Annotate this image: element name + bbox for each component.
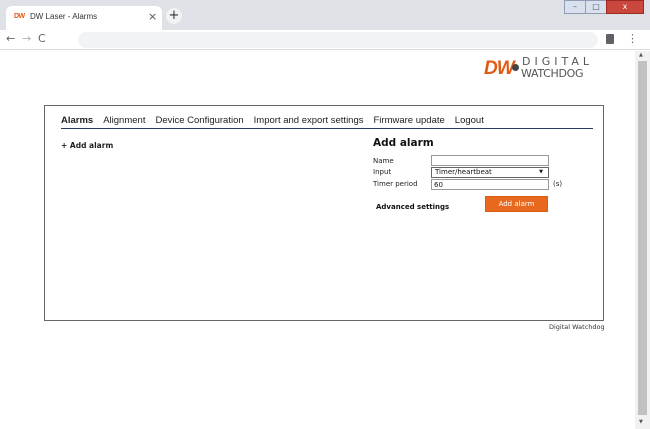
browser-toolbar: ← → C ⋮ bbox=[0, 30, 650, 50]
page-scrollbar[interactable]: ▲ ▼ bbox=[635, 51, 650, 429]
input-label: Input bbox=[373, 168, 392, 176]
nav-firmware-update[interactable]: Firmware update bbox=[374, 115, 445, 129]
nav-logout[interactable]: Logout bbox=[455, 115, 484, 129]
window-controls: – □ x bbox=[564, 0, 644, 18]
browser-titlebar: DW DW Laser - Alarms × + – □ x bbox=[0, 0, 650, 30]
form-title: Add alarm bbox=[373, 137, 434, 149]
timer-unit: (s) bbox=[553, 180, 563, 188]
new-tab-button[interactable]: + bbox=[166, 8, 182, 24]
timer-period-input[interactable] bbox=[431, 179, 549, 190]
maximize-button[interactable]: □ bbox=[585, 0, 607, 14]
input-select-value: Timer/heartbeat bbox=[435, 168, 492, 176]
name-input[interactable] bbox=[431, 155, 549, 166]
digital-watchdog-logo: DW DIGITAL WATCHDOG bbox=[484, 52, 608, 84]
minimize-button[interactable]: – bbox=[564, 0, 586, 14]
tab-close-icon[interactable]: × bbox=[148, 10, 157, 23]
name-label: Name bbox=[373, 157, 394, 165]
input-select[interactable]: Timer/heartbeat ▼ bbox=[431, 167, 549, 178]
advanced-settings-toggle[interactable]: Advanced settings bbox=[376, 203, 449, 211]
scroll-down-icon[interactable]: ▼ bbox=[639, 419, 643, 425]
browser-menu-icon[interactable]: ⋮ bbox=[627, 32, 638, 45]
window-close-button[interactable]: x bbox=[606, 0, 644, 14]
scroll-thumb[interactable] bbox=[638, 61, 647, 415]
nav-import-export[interactable]: Import and export settings bbox=[254, 115, 364, 129]
logo-dot bbox=[512, 64, 519, 71]
timer-period-label: Timer period bbox=[373, 180, 418, 188]
nav-alarms[interactable]: Alarms bbox=[61, 115, 93, 129]
dw-favicon-icon: DW bbox=[14, 13, 25, 20]
nav-device-configuration[interactable]: Device Configuration bbox=[155, 115, 243, 129]
clipboard-extension-icon[interactable] bbox=[606, 34, 614, 44]
nav-alignment[interactable]: Alignment bbox=[103, 115, 145, 129]
logo-line2: WATCHDOG bbox=[521, 67, 584, 80]
page-viewport: DW DIGITAL WATCHDOG Alarms Alignment Dev… bbox=[0, 51, 650, 429]
add-alarm-form: Add alarm Name Input Timer/heartbeat ▼ T… bbox=[373, 137, 593, 237]
nav-divider bbox=[61, 128, 593, 129]
add-alarm-link[interactable]: + Add alarm bbox=[61, 141, 113, 150]
forward-arrow-icon[interactable]: → bbox=[22, 32, 31, 45]
back-arrow-icon[interactable]: ← bbox=[6, 32, 15, 45]
tab-title: DW Laser - Alarms bbox=[30, 12, 98, 21]
add-alarm-button[interactable]: Add alarm bbox=[485, 196, 548, 212]
scroll-up-icon[interactable]: ▲ bbox=[639, 52, 643, 58]
main-panel: Alarms Alignment Device Configuration Im… bbox=[44, 105, 604, 321]
main-nav: Alarms Alignment Device Configuration Im… bbox=[61, 115, 494, 129]
reload-icon[interactable]: C bbox=[38, 32, 46, 45]
logo-mark: DW bbox=[484, 58, 515, 79]
footer-brand: Digital Watchdog bbox=[549, 323, 605, 331]
address-bar[interactable] bbox=[78, 32, 598, 48]
browser-tab[interactable]: DW DW Laser - Alarms × bbox=[6, 6, 162, 30]
dropdown-arrow-icon: ▼ bbox=[539, 169, 543, 175]
